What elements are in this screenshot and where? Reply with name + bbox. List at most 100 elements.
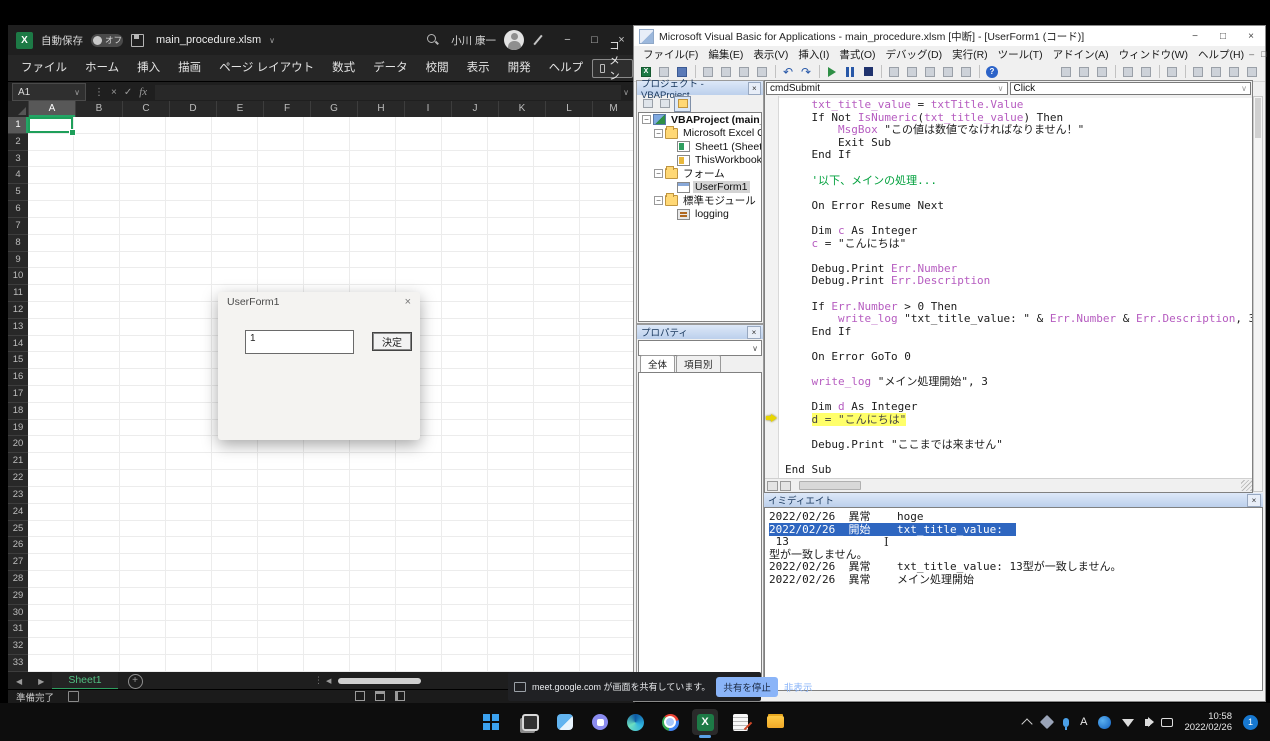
column-header[interactable]: C [123,101,170,117]
grid-cell[interactable] [166,436,212,453]
grid-cell[interactable] [350,605,396,622]
grid-cell[interactable] [120,621,166,638]
grid-cell[interactable] [396,167,442,184]
row-header[interactable]: 29 [8,588,28,605]
toggle-folders-icon[interactable] [674,96,691,112]
grid-cell[interactable] [488,369,534,386]
grid-cell[interactable] [396,621,442,638]
grid-cell[interactable] [212,453,258,470]
column-header[interactable]: D [170,101,217,117]
grid-cell[interactable] [534,470,580,487]
grid-cell[interactable] [28,605,74,622]
grid-cell[interactable] [534,588,580,605]
grid-cell[interactable] [580,487,635,504]
grid-cell[interactable] [120,504,166,521]
grid-cell[interactable] [74,436,120,453]
grid-cell[interactable] [442,386,488,403]
code-vertical-scrollbar[interactable] [1253,96,1263,492]
grid-cell[interactable] [166,151,212,168]
grid-cell[interactable] [534,218,580,235]
menu-item[interactable]: 書式(O) [834,47,880,62]
grid-cell[interactable] [28,521,74,538]
grid-cell[interactable] [396,235,442,252]
view-code-icon[interactable] [640,97,655,111]
break-icon[interactable] [842,64,858,79]
grid-cell[interactable] [304,638,350,655]
avatar[interactable] [504,30,524,50]
column-header[interactable]: B [76,101,123,117]
grid-cell[interactable] [534,268,580,285]
grid-cell[interactable] [74,554,120,571]
userform-titlebar[interactable]: UserForm1 × [218,292,420,312]
grid-cell[interactable] [488,134,534,151]
grid-cell[interactable] [120,487,166,504]
grid-cell[interactable] [258,621,304,638]
grid-cell[interactable] [258,571,304,588]
enter-icon[interactable]: ✓ [124,87,132,98]
row-header[interactable]: 19 [8,420,28,437]
grid-cell[interactable] [534,352,580,369]
grid-cell[interactable] [28,436,74,453]
row-header[interactable]: 9 [8,252,28,269]
grid-cell[interactable] [212,621,258,638]
grid-cell[interactable] [120,151,166,168]
grid-cell[interactable] [166,302,212,319]
grid-cell[interactable] [258,521,304,538]
grid-cell[interactable] [580,184,635,201]
grid-cell[interactable] [28,655,74,672]
grid-cell[interactable] [28,487,74,504]
grid-cell[interactable] [258,134,304,151]
grid-cell[interactable] [304,235,350,252]
grid-cell[interactable] [488,252,534,269]
grid-cell[interactable] [304,487,350,504]
grid-cell[interactable] [120,605,166,622]
grid-cell[interactable] [442,470,488,487]
find-icon[interactable] [754,64,770,79]
grid-cell[interactable] [28,386,74,403]
grid-cell[interactable] [166,621,212,638]
row-header[interactable]: 5 [8,184,28,201]
grid-cell[interactable] [442,285,488,302]
grid-cell[interactable] [74,403,120,420]
userform-close-icon[interactable]: × [405,296,411,308]
grid-cell[interactable] [488,420,534,437]
grid-cell[interactable] [120,268,166,285]
grid-cell[interactable] [74,252,120,269]
grid-cell[interactable] [120,655,166,672]
grid-cell[interactable] [304,588,350,605]
grid-cell[interactable] [488,588,534,605]
grid-cell[interactable] [28,352,74,369]
child-minimize-icon[interactable]: – [1249,49,1254,59]
immediate-close-icon[interactable]: × [1247,494,1261,507]
grid-cell[interactable] [166,554,212,571]
grid-cell[interactable] [488,638,534,655]
grid-cell[interactable] [580,268,635,285]
taskbar-chrome-icon[interactable] [657,709,683,735]
row-header[interactable]: 25 [8,521,28,538]
grid-cell[interactable] [304,537,350,554]
grid-cell[interactable] [442,252,488,269]
grid-cell[interactable] [350,184,396,201]
onedrive-icon[interactable] [1098,716,1111,729]
column-header[interactable]: E [217,101,264,117]
grid-cell[interactable] [258,470,304,487]
grid-cell[interactable] [580,638,635,655]
grid-cell[interactable] [28,218,74,235]
grid-cell[interactable] [442,571,488,588]
grid-cell[interactable] [212,537,258,554]
grid-cell[interactable] [166,588,212,605]
grid-cell[interactable] [350,218,396,235]
grid-cell[interactable] [396,521,442,538]
grid-cell[interactable] [28,537,74,554]
grid-cell[interactable] [28,117,74,134]
grid-cell[interactable] [396,588,442,605]
object-browser-icon[interactable] [940,64,956,79]
properties-header[interactable]: プロパティ × [637,325,763,339]
menu-item[interactable]: 編集(E) [703,47,748,62]
grid-cell[interactable] [488,268,534,285]
grid-cell[interactable] [120,571,166,588]
column-header[interactable]: K [499,101,546,117]
tree-item[interactable]: −Microsoft Excel Object [639,127,761,141]
grid-cell[interactable] [166,655,212,672]
maximize-button[interactable]: □ [581,25,608,55]
